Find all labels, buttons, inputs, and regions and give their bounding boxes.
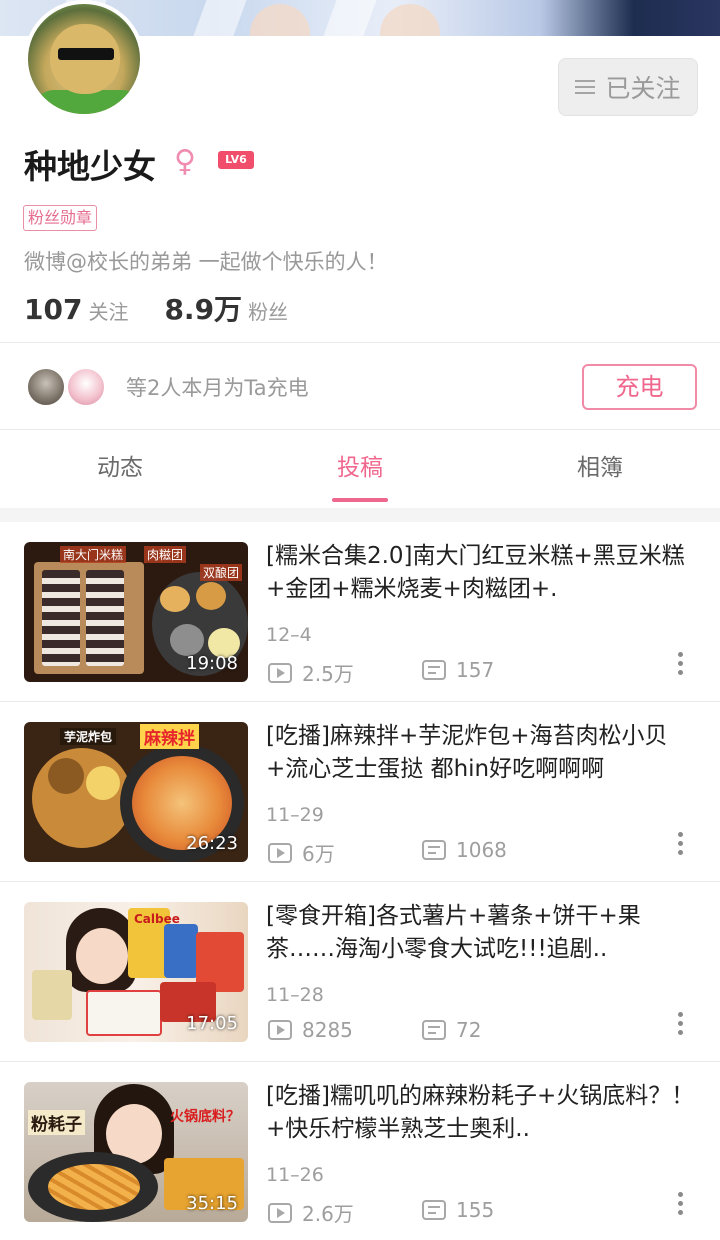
charge-button[interactable]: 充电 (582, 364, 697, 410)
video-thumbnail[interactable]: 麻辣拌 芋泥炸包 26:23 (24, 722, 248, 862)
hamburger-icon (575, 79, 596, 95)
play-count-icon (268, 1202, 292, 1223)
video-duration: 17:05 (186, 1013, 238, 1034)
bio-text: 微博@校长的弟弟 一起做个快乐的人！ (24, 250, 388, 274)
charge-row: 等2人本月为Ta充电 充电 (0, 342, 720, 430)
following-label: 关注 (88, 300, 129, 324)
danmaku-count: 155 (422, 1198, 494, 1222)
avatar[interactable] (24, 0, 144, 118)
video-date: 12–4 (266, 624, 312, 646)
view-count: 6万 (268, 838, 335, 867)
play-count-icon (268, 662, 292, 683)
danmaku-count: 1068 (422, 838, 507, 862)
video-title[interactable]: [零食开箱]各式薯片+薯条+饼干+果茶……海淘小零食大试吃!!!追剧.. (266, 900, 702, 968)
supporter-avatar[interactable] (66, 367, 106, 407)
followers-label: 粉丝 (248, 300, 289, 324)
supporter-avatar[interactable] (26, 367, 66, 407)
video-thumbnail[interactable]: 粉耗子 火锅底料？ 35:15 (24, 1082, 248, 1222)
followers-count[interactable]: 8.9万 (164, 288, 242, 328)
charge-text: 等2人本月为Ta充电 (126, 376, 309, 400)
video-thumbnail[interactable]: 南大门米糕 肉糍团 双酿团 19:08 (24, 542, 248, 682)
video-duration: 35:15 (186, 1193, 238, 1214)
fan-medal-badge[interactable]: 粉丝勋章 (23, 205, 98, 231)
thumbnail-label: 芋泥炸包 (60, 728, 117, 745)
tab-bar: 动态 投稿 相簿 (0, 430, 720, 508)
play-count-icon (268, 1020, 292, 1040)
video-item[interactable]: 南大门米糕 肉糍团 双酿团 19:08 [糯米合集2.0]南大门红豆米糕+黑豆米… (0, 522, 720, 702)
section-gap (0, 508, 720, 522)
view-count: 8285 (268, 1018, 353, 1042)
video-item[interactable]: Calbee 17:05 [零食开箱]各式薯片+薯条+饼干+果茶……海淘小零食大… (0, 882, 720, 1062)
follow-button-label: 已关注 (605, 74, 681, 103)
female-icon: ♀ (174, 144, 196, 179)
following-count[interactable]: 107 (24, 293, 82, 326)
video-date: 11–29 (266, 804, 324, 826)
video-title[interactable]: [吃播]麻辣拌+芋泥炸包+海苔肉松小贝+流心芝士蛋挞 都hin好吃啊啊啊 (266, 720, 702, 788)
video-duration: 19:08 (186, 653, 238, 674)
follow-button[interactable]: 已关注 (558, 58, 698, 116)
danmaku-icon (422, 1200, 446, 1220)
play-count-icon (268, 842, 292, 863)
video-title[interactable]: [吃播]糯叽叽的麻辣粉耗子+火锅底料？！+快乐柠檬半熟芝士奥利.. (266, 1080, 702, 1148)
danmaku-icon (422, 660, 446, 680)
thumbnail-label: 双酿团 (200, 564, 243, 581)
video-date: 11–28 (266, 984, 324, 1006)
level-badge: LV6 (218, 151, 254, 169)
danmaku-icon (422, 1020, 446, 1040)
tab-dynamics[interactable]: 动态 (0, 430, 240, 508)
thumbnail-label: 火锅底料？ (170, 1109, 240, 1125)
danmaku-count-value: 1068 (456, 838, 507, 862)
more-vertical-icon[interactable] (676, 1192, 684, 1220)
video-item[interactable]: 粉耗子 火锅底料？ 35:15 [吃播]糯叽叽的麻辣粉耗子+火锅底料？！+快乐柠… (0, 1062, 720, 1240)
thumbnail-label: 南大门米糕 (60, 546, 127, 563)
danmaku-icon (422, 840, 446, 860)
danmaku-count: 157 (422, 658, 494, 682)
view-count: 2.6万 (268, 1198, 354, 1227)
video-thumbnail[interactable]: Calbee 17:05 (24, 902, 248, 1042)
view-count-value: 8285 (302, 1018, 353, 1042)
view-count: 2.5万 (268, 658, 354, 687)
thumbnail-label: 粉耗子 (28, 1110, 85, 1135)
danmaku-count-value: 155 (456, 1198, 495, 1222)
more-vertical-icon[interactable] (676, 1012, 684, 1040)
danmaku-count: 72 (422, 1018, 481, 1042)
tab-uploads[interactable]: 投稿 (240, 430, 480, 508)
username: 种地少女 (24, 147, 156, 186)
view-count-value: 2.6万 (302, 1202, 354, 1226)
video-item[interactable]: 麻辣拌 芋泥炸包 26:23 [吃播]麻辣拌+芋泥炸包+海苔肉松小贝+流心芝士蛋… (0, 702, 720, 882)
view-count-value: 2.5万 (302, 662, 354, 686)
danmaku-count-value: 72 (456, 1018, 482, 1042)
tab-album[interactable]: 相簿 (480, 430, 720, 508)
video-duration: 26:23 (186, 833, 238, 854)
thumbnail-label: 肉糍团 (144, 546, 187, 563)
view-count-value: 6万 (302, 842, 335, 866)
thumbnail-label: Calbee (134, 912, 180, 926)
more-vertical-icon[interactable] (676, 832, 684, 860)
danmaku-count-value: 157 (456, 658, 495, 682)
more-vertical-icon[interactable] (676, 652, 684, 680)
video-date: 11–26 (266, 1164, 324, 1186)
video-title[interactable]: [糯米合集2.0]南大门红豆米糕+黑豆米糕+金团+糯米烧麦+肉糍团+. (266, 540, 702, 608)
profile-stats: 107 关注 8.9万 粉丝 (24, 288, 324, 328)
thumbnail-label: 麻辣拌 (140, 724, 199, 749)
